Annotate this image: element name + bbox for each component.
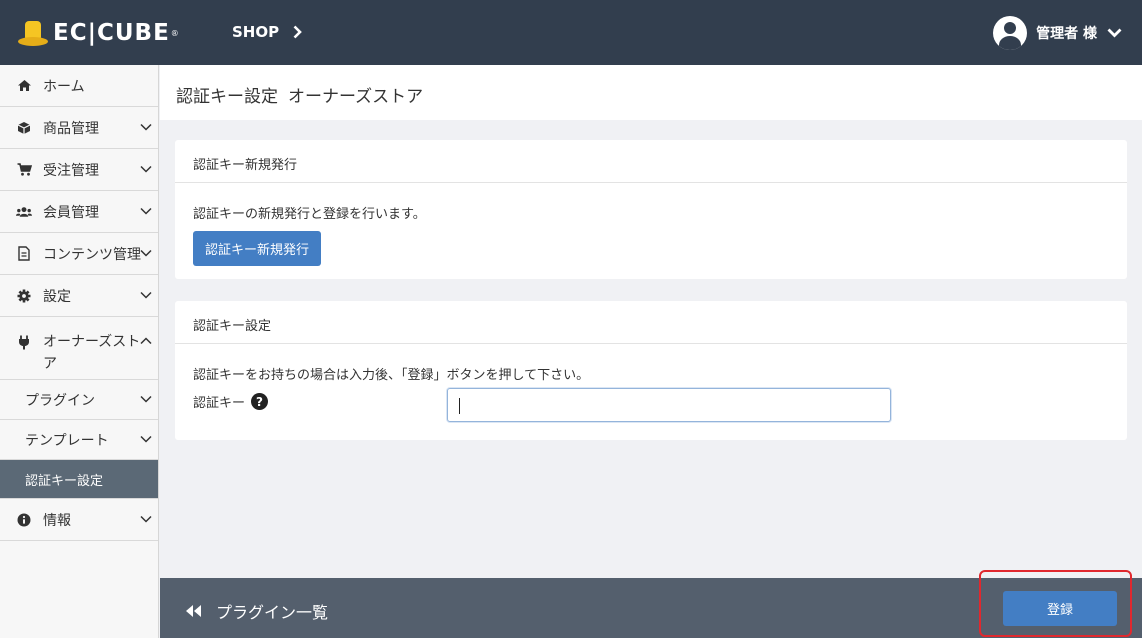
card-heading: 認証キー設定 [175, 301, 1127, 344]
issue-new-key-button[interactable]: 認証キー新規発行 [193, 231, 322, 266]
sidebar-item-owners-store[interactable]: オーナーズストア [0, 317, 158, 380]
info-icon [16, 512, 32, 528]
chevron-down-icon [140, 291, 152, 299]
key-settings-card: 認証キー設定 認証キーをお持ちの場合は入力後、「登録」ボタンを押して下さい。 認… [175, 301, 1127, 440]
field-label-text: 認証キー [193, 396, 246, 411]
back-to-plugin-list-link[interactable]: プラグイン一覧 [184, 599, 328, 623]
page-title-bar: 認証キー設定 オーナーズストア [160, 65, 1142, 120]
sidebar-subitem-label: 認証キー設定 [25, 473, 104, 489]
user-menu[interactable]: 管理者 様 [993, 16, 1122, 50]
chevron-down-icon [140, 435, 152, 443]
double-chevron-left-icon [186, 605, 201, 617]
sidebar-subitem-label: テンプレート [25, 432, 109, 449]
shop-link[interactable]: SHOP [232, 23, 302, 41]
back-link-label: プラグイン一覧 [216, 603, 329, 622]
page-subtitle: オーナーズストア [288, 87, 424, 107]
chevron-right-icon [293, 25, 302, 39]
sidebar-item-label: 受注管理 [43, 162, 99, 179]
sidebar-item-content[interactable]: コンテンツ管理 [0, 233, 158, 275]
page-title-text: 認証キー設定 [176, 87, 278, 107]
chevron-down-icon [140, 249, 152, 257]
chevron-up-icon [140, 337, 152, 345]
user-circle-icon [993, 16, 1028, 50]
registered-mark: ® [170, 28, 179, 38]
sidebar-subitem-templates[interactable]: テンプレート [0, 420, 158, 460]
sidebar-subitem-plugins[interactable]: プラグイン [0, 380, 158, 420]
chevron-down-icon [140, 395, 152, 403]
shop-label: SHOP [232, 23, 280, 41]
footer-bar: プラグイン一覧 登録 [160, 570, 1142, 638]
sidebar-item-products[interactable]: 商品管理 [0, 107, 158, 149]
home-icon [16, 78, 32, 94]
gear-icon [16, 288, 32, 304]
auth-key-field-row: 認証キー ? [193, 388, 1109, 438]
card-description: 認証キーの新規発行と登録を行います。 [193, 207, 426, 222]
page-title: 認証キー設定 オーナーズストア [176, 82, 423, 107]
cube-icon [16, 120, 32, 136]
sidebar-item-customers[interactable]: 会員管理 [0, 191, 158, 233]
sidebar-item-label: 設定 [43, 288, 71, 305]
chevron-down-icon [140, 207, 152, 215]
sidebar-item-label: コンテンツ管理 [43, 246, 141, 263]
question-circle-icon[interactable]: ? [251, 393, 269, 410]
file-icon [16, 246, 32, 262]
auth-key-label: 認証キー ? [193, 392, 269, 411]
auth-key-input[interactable] [447, 388, 891, 422]
chevron-down-icon [140, 515, 152, 523]
user-label: 管理者 様 [1036, 26, 1097, 42]
text-caret [459, 398, 460, 414]
sidebar-item-home[interactable]: ホーム [0, 65, 158, 107]
ec-cube-hat-logo-icon [18, 20, 48, 46]
sidebar-item-orders[interactable]: 受注管理 [0, 149, 158, 191]
ec-cube-logo[interactable]: EC|CUBE ® [18, 20, 179, 46]
sidebar-subitem-auth-key[interactable]: 認証キー設定 [0, 460, 158, 499]
sidebar-item-label: ホーム [43, 78, 85, 95]
card-description: 認証キーをお持ちの場合は入力後、「登録」ボタンを押して下さい。 [193, 368, 590, 383]
logo-text: EC|CUBE [53, 20, 170, 46]
sidebar-item-label: 情報 [43, 512, 71, 529]
sidebar-subitem-label: プラグイン [25, 392, 95, 409]
save-button[interactable]: 登録 [1003, 591, 1117, 626]
chevron-down-icon [140, 165, 152, 173]
chevron-down-icon [1107, 28, 1122, 38]
app-header: EC|CUBE ® SHOP 管理者 様 [0, 0, 1142, 65]
chevron-down-icon [140, 123, 152, 131]
sidebar-item-label: 商品管理 [43, 120, 99, 137]
sidebar-item-info[interactable]: 情報 [0, 499, 158, 541]
sidebar-item-settings[interactable]: 設定 [0, 275, 158, 317]
new-key-card: 認証キー新規発行 認証キーの新規発行と登録を行います。 認証キー新規発行 [175, 140, 1127, 279]
users-icon [16, 204, 32, 220]
plug-icon [16, 334, 32, 350]
sidebar-nav: ホーム 商品管理 受注管理 会員管理 コンテンツ管理 設定 オーナーズストア プ… [0, 65, 159, 638]
cart-icon [16, 162, 32, 178]
sidebar-item-label: 会員管理 [43, 204, 99, 221]
card-heading: 認証キー新規発行 [175, 140, 1127, 183]
sidebar-item-label: オーナーズストア [43, 334, 141, 372]
